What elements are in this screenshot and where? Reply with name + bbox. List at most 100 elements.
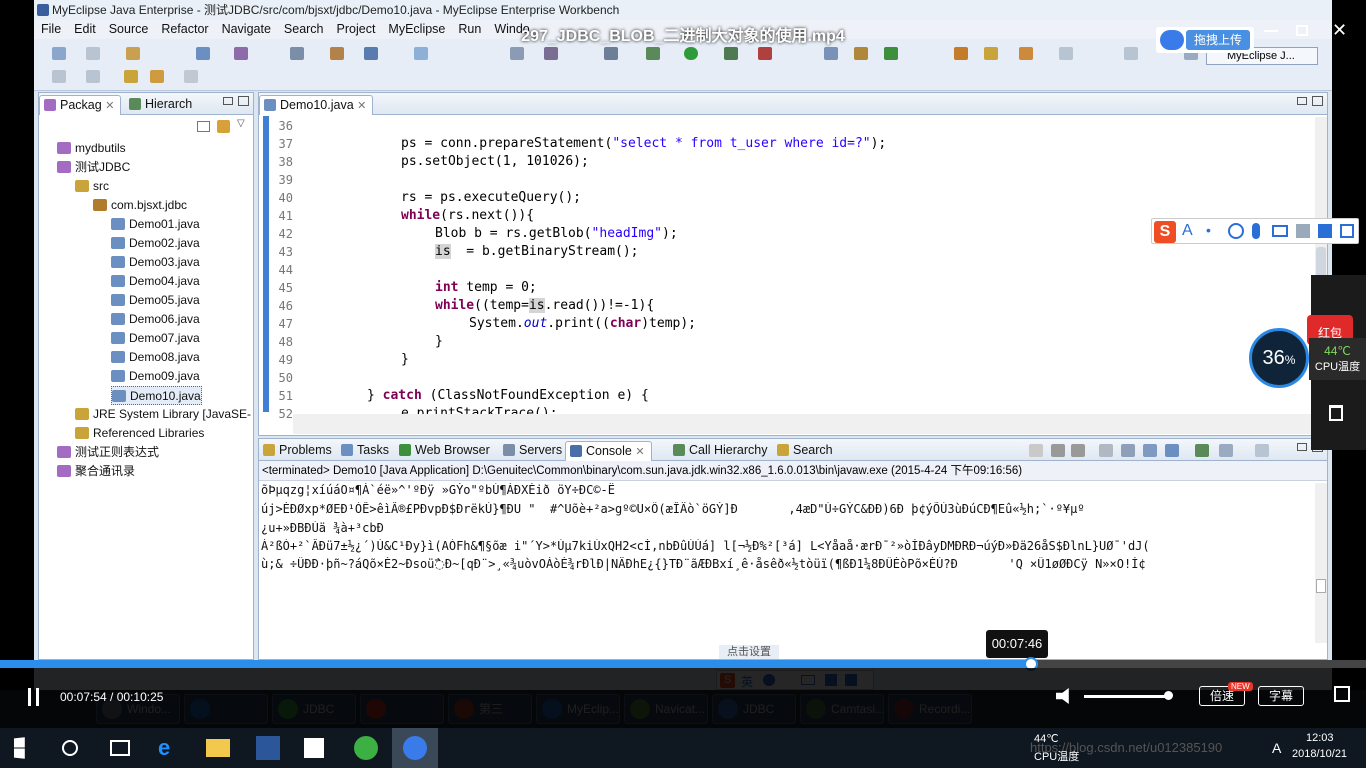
tree-item[interactable]: mydbutils bbox=[57, 139, 126, 158]
minimize-icon[interactable] bbox=[1297, 97, 1307, 105]
tree-item[interactable]: src bbox=[75, 177, 109, 196]
tree-item[interactable]: Demo09.java bbox=[111, 367, 200, 386]
clock-date[interactable]: 2018/10/21 bbox=[1292, 748, 1347, 760]
tree-item[interactable]: com.bjsxt.jdbc bbox=[93, 196, 187, 215]
close-icon[interactable]: ✕ bbox=[635, 446, 644, 458]
server-icon[interactable] bbox=[290, 47, 304, 60]
forward-icon[interactable] bbox=[184, 70, 198, 83]
start-icon[interactable] bbox=[14, 737, 25, 759]
image-icon[interactable] bbox=[510, 47, 524, 60]
pause-icon[interactable] bbox=[28, 688, 31, 706]
view-menu-icon[interactable]: ▽ bbox=[237, 118, 245, 129]
upload-button[interactable]: 拖拽上传 bbox=[1186, 30, 1250, 50]
punctuation-icon[interactable]: • bbox=[1206, 222, 1211, 238]
folder-icon[interactable] bbox=[954, 47, 968, 60]
remove-all-icon[interactable] bbox=[1071, 444, 1085, 457]
console-scrollbar[interactable] bbox=[1315, 483, 1327, 643]
restore-window-icon[interactable] bbox=[1296, 25, 1308, 36]
tab-package-explorer[interactable]: Packag ✕ bbox=[39, 95, 122, 115]
hint-setting-label[interactable]: 点击设置 bbox=[719, 645, 779, 659]
external-tools-icon[interactable] bbox=[758, 47, 772, 60]
emoji-icon[interactable] bbox=[1228, 223, 1244, 239]
tree-item[interactable]: Demo02.java bbox=[111, 234, 200, 253]
run-config-icon[interactable] bbox=[724, 47, 738, 60]
skin-icon[interactable] bbox=[1318, 224, 1332, 238]
task-view-icon[interactable] bbox=[110, 740, 130, 756]
collapse-all-icon[interactable] bbox=[197, 121, 210, 132]
ime-indicator[interactable]: A bbox=[1272, 740, 1281, 756]
volume-icon[interactable] bbox=[1056, 688, 1069, 704]
back-icon[interactable] bbox=[150, 70, 164, 83]
fullscreen-icon[interactable] bbox=[1334, 686, 1350, 702]
db-icon[interactable] bbox=[414, 47, 428, 60]
file-explorer-icon[interactable] bbox=[206, 739, 230, 757]
clear-console-icon[interactable] bbox=[1099, 444, 1113, 457]
iqiyi-icon[interactable] bbox=[354, 736, 378, 760]
tree-item[interactable]: 测试JDBC bbox=[57, 158, 130, 177]
toolbox-icon[interactable] bbox=[1340, 224, 1354, 238]
clock-time[interactable]: 12:03 bbox=[1306, 732, 1334, 744]
volume-slider[interactable] bbox=[1084, 695, 1170, 698]
word-wrap-icon[interactable] bbox=[1143, 444, 1157, 457]
close-icon[interactable]: ✕ bbox=[105, 100, 114, 112]
mark-icon[interactable] bbox=[52, 70, 66, 83]
tree-item[interactable]: Demo07.java bbox=[111, 329, 200, 348]
font-icon[interactable]: A bbox=[1182, 222, 1193, 240]
maximize-icon[interactable] bbox=[1312, 96, 1323, 106]
tab-call-hierarchy[interactable]: Call Hierarchy bbox=[669, 441, 774, 461]
cpu-gauge[interactable]: 36% bbox=[1249, 328, 1309, 388]
package-icon[interactable] bbox=[196, 47, 210, 60]
window-icon[interactable] bbox=[604, 47, 618, 60]
display-console-icon[interactable] bbox=[1219, 444, 1233, 457]
pause-icon[interactable] bbox=[36, 688, 39, 706]
tree-item[interactable]: Demo10.java bbox=[111, 386, 202, 405]
user-icon[interactable] bbox=[1296, 224, 1310, 238]
tree-item[interactable]: Demo03.java bbox=[111, 253, 200, 272]
tab-servers[interactable]: Servers bbox=[499, 441, 568, 461]
tab-hierarchy[interactable]: Hierarch bbox=[125, 95, 198, 115]
tab-problems[interactable]: Problems bbox=[259, 441, 338, 461]
open-folder-icon[interactable] bbox=[1019, 47, 1033, 60]
close-icon[interactable]: ✕ bbox=[357, 100, 366, 112]
subtitle-button[interactable]: 字幕 bbox=[1258, 686, 1304, 706]
link-with-editor-icon[interactable] bbox=[217, 120, 230, 133]
editor-horizontal-scrollbar[interactable] bbox=[293, 414, 1315, 434]
tree-item[interactable]: 测试正则表达式 bbox=[57, 443, 159, 462]
tree-item[interactable]: Demo05.java bbox=[111, 291, 200, 310]
minimize-icon[interactable] bbox=[1297, 443, 1307, 451]
annotation-next-icon[interactable] bbox=[86, 70, 100, 83]
tree-item[interactable]: JRE System Library [JavaSE- bbox=[75, 405, 251, 424]
maximize-icon[interactable] bbox=[238, 96, 249, 106]
tree-item[interactable]: Demo08.java bbox=[111, 348, 200, 367]
deploy-icon[interactable] bbox=[330, 47, 344, 60]
scroll-lock-icon[interactable] bbox=[1121, 444, 1135, 457]
new-class-icon[interactable] bbox=[824, 47, 838, 60]
minimize-window-icon[interactable] bbox=[1264, 30, 1278, 32]
tab-web-browser[interactable]: Web Browser bbox=[395, 441, 496, 461]
debug-icon[interactable] bbox=[646, 47, 660, 60]
word-icon[interactable] bbox=[256, 736, 280, 760]
run-icon[interactable] bbox=[684, 47, 698, 60]
video-progress-bar[interactable] bbox=[0, 657, 1366, 671]
trash-icon[interactable] bbox=[1329, 405, 1343, 421]
upload-widget[interactable]: 拖拽上传 bbox=[1156, 27, 1254, 53]
tree-item[interactable]: Demo06.java bbox=[111, 310, 200, 329]
tab-search[interactable]: Search bbox=[773, 441, 839, 461]
remove-launch-icon[interactable] bbox=[1051, 444, 1065, 457]
tree-item[interactable]: 聚合通讯录 bbox=[57, 462, 135, 481]
annotation-icon[interactable] bbox=[1059, 47, 1073, 60]
keyboard-icon[interactable] bbox=[1272, 225, 1288, 237]
close-window-icon[interactable]: ✕ bbox=[1332, 20, 1347, 41]
save-icon[interactable] bbox=[86, 47, 100, 60]
sogou-logo-icon[interactable]: S bbox=[1154, 221, 1176, 243]
search-icon[interactable] bbox=[62, 740, 78, 756]
tree-item[interactable]: Referenced Libraries bbox=[75, 424, 204, 443]
minimize-icon[interactable] bbox=[223, 97, 233, 105]
tab-demo10-java[interactable]: Demo10.java ✕ bbox=[259, 95, 374, 115]
pencil-icon[interactable] bbox=[984, 47, 998, 60]
terminate-icon[interactable] bbox=[1029, 444, 1043, 457]
pin-console-icon[interactable] bbox=[1195, 444, 1209, 457]
new-icon[interactable] bbox=[52, 47, 66, 60]
bookmark-icon[interactable] bbox=[234, 47, 248, 60]
open-console-icon[interactable] bbox=[1255, 444, 1269, 457]
